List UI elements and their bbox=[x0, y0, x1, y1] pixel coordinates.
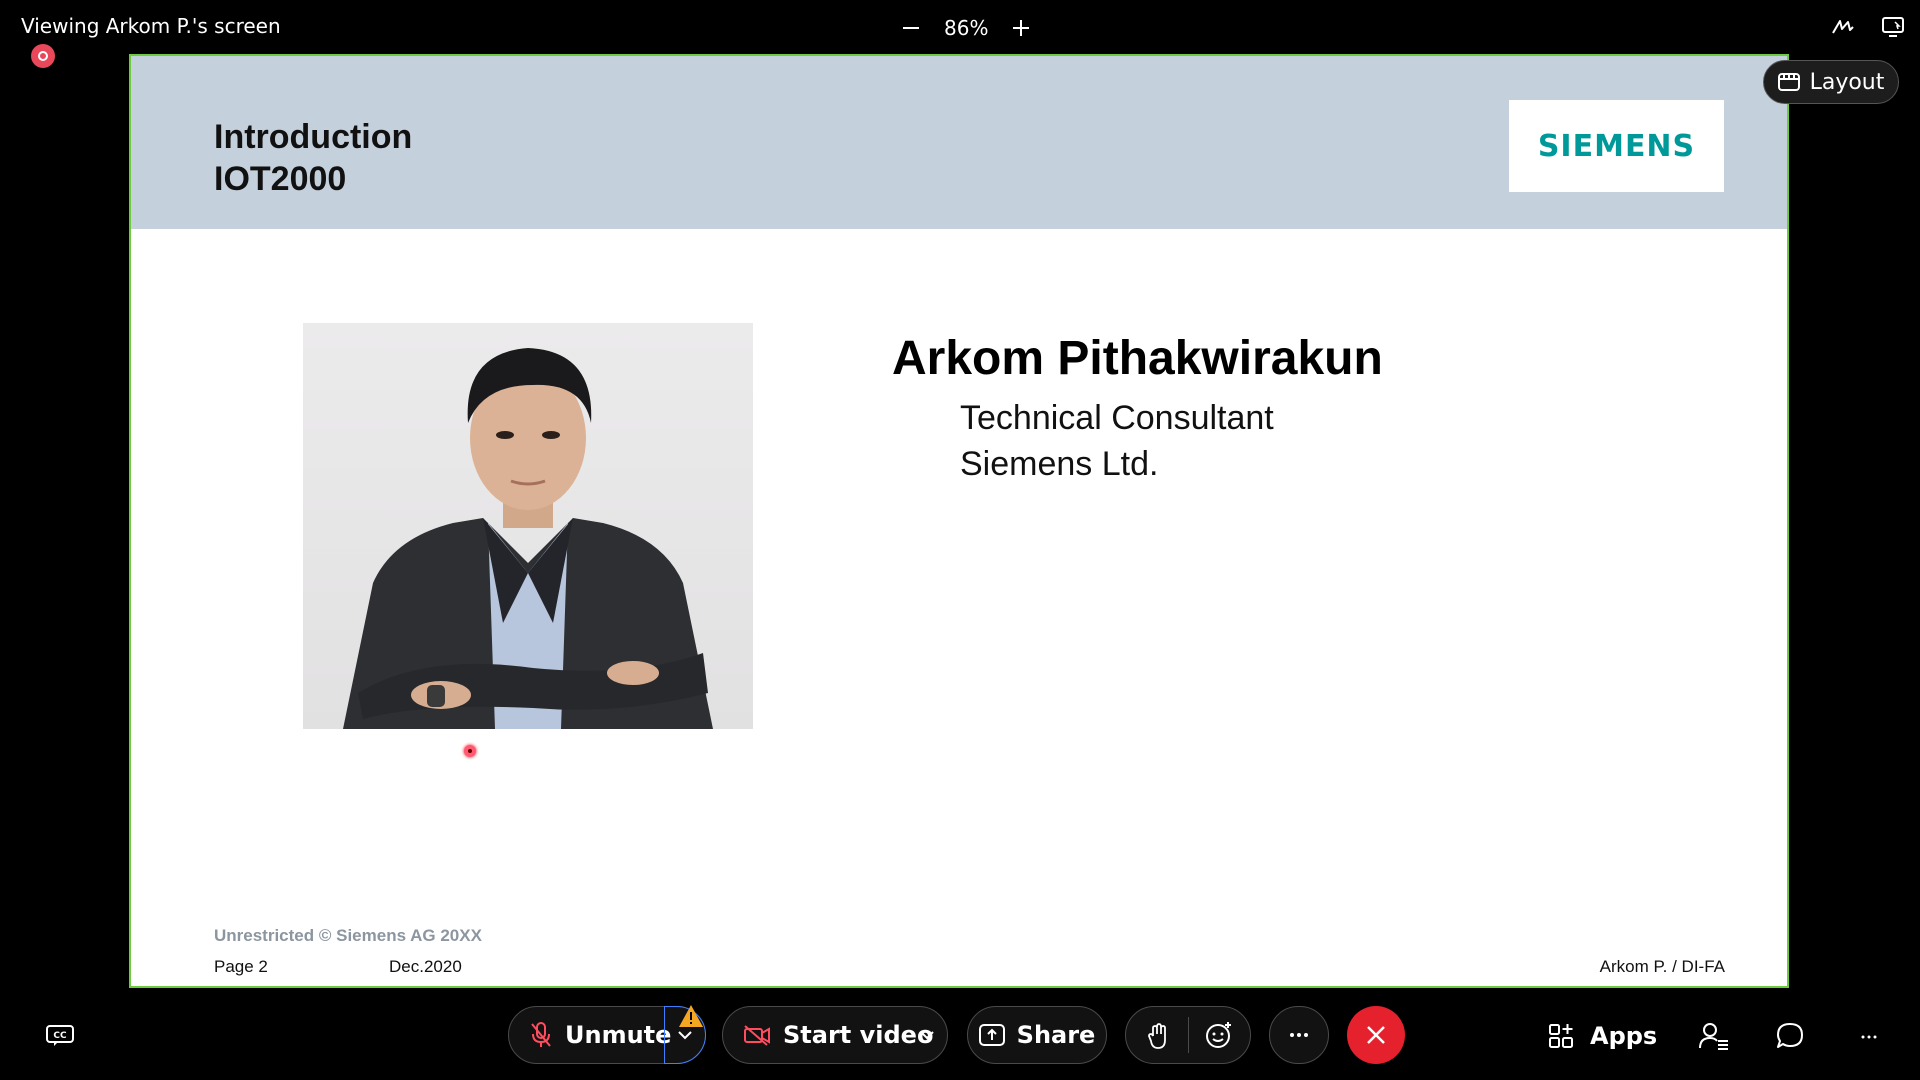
video-options-dropdown[interactable] bbox=[919, 1030, 935, 1040]
classification-footer: Unrestricted © Siemens AG 20XX bbox=[214, 926, 482, 945]
divider bbox=[1188, 1017, 1189, 1053]
video-off-icon bbox=[744, 1025, 770, 1046]
layout-icon bbox=[1777, 73, 1800, 91]
ellipsis-icon bbox=[1290, 1033, 1308, 1037]
muted-microphone-icon bbox=[531, 1022, 551, 1047]
close-icon bbox=[1367, 1026, 1385, 1044]
share-screen-icon bbox=[978, 1024, 1005, 1046]
layout-button[interactable]: Layout bbox=[1763, 60, 1899, 104]
presenter-photo bbox=[303, 323, 753, 729]
slide-title-line2: IOT2000 bbox=[214, 160, 347, 198]
laser-pointer-icon bbox=[464, 745, 476, 757]
slide-title: Introduction IOT2000 bbox=[214, 116, 412, 200]
raise-hand-icon bbox=[1148, 1023, 1166, 1049]
captions-button[interactable]: CC bbox=[44, 1020, 76, 1052]
svg-text:CC: CC bbox=[53, 1031, 67, 1041]
annotate-icon bbox=[1832, 20, 1854, 34]
zoom-level: 86% bbox=[944, 16, 989, 40]
chat-bubble-icon bbox=[1777, 1023, 1803, 1048]
logo-text: SIEMENS bbox=[1537, 128, 1696, 164]
unmute-label: Unmute bbox=[565, 1021, 672, 1049]
viewing-label: Viewing Arkom P.'s screen bbox=[21, 14, 281, 38]
zoom-in-button[interactable] bbox=[1010, 17, 1032, 39]
unmute-button-group: Unmute bbox=[508, 1006, 706, 1064]
apps-label: Apps bbox=[1590, 1022, 1658, 1050]
slide-title-line1: Introduction bbox=[214, 118, 413, 156]
zoom-out-button[interactable] bbox=[900, 17, 922, 39]
slide-date: Dec.2020 bbox=[389, 957, 462, 976]
ellipsis-icon bbox=[1861, 1035, 1877, 1039]
annotate-button[interactable] bbox=[1830, 14, 1856, 40]
leave-meeting-button[interactable] bbox=[1347, 1006, 1405, 1064]
reactions-button[interactable] bbox=[1205, 1021, 1233, 1055]
participants-button[interactable] bbox=[1698, 1020, 1730, 1052]
remote-control-button[interactable] bbox=[1880, 14, 1906, 40]
page-number: Page 2 bbox=[214, 957, 268, 976]
unmute-button[interactable]: Unmute bbox=[529, 1021, 671, 1049]
overflow-menu-button[interactable] bbox=[1858, 1026, 1880, 1048]
raise-hand-button[interactable] bbox=[1148, 1022, 1170, 1056]
start-video-label: Start video bbox=[783, 1021, 934, 1049]
warning-icon bbox=[678, 1004, 704, 1032]
more-options-button[interactable] bbox=[1269, 1006, 1329, 1064]
minus-icon bbox=[903, 27, 919, 29]
person-portrait-icon bbox=[343, 348, 713, 729]
plus-icon bbox=[1013, 20, 1030, 36]
screen-control-icon bbox=[1882, 17, 1904, 37]
start-video-button-group: Start video bbox=[722, 1006, 948, 1064]
reactions-group bbox=[1125, 1006, 1251, 1064]
emoji-reaction-icon bbox=[1206, 1022, 1231, 1048]
start-video-button[interactable]: Start video bbox=[743, 1021, 933, 1049]
siemens-logo: SIEMENS bbox=[1509, 100, 1724, 192]
share-button[interactable]: Share bbox=[967, 1006, 1107, 1064]
recording-icon[interactable] bbox=[31, 44, 55, 68]
layout-label: Layout bbox=[1809, 69, 1885, 95]
share-label: Share bbox=[1016, 1021, 1096, 1049]
participants-icon bbox=[1699, 1023, 1728, 1050]
chevron-down-icon bbox=[920, 1031, 934, 1040]
shared-screen: Introduction IOT2000 SIEMENS Arkom Pitha… bbox=[129, 54, 1789, 988]
apps-grid-icon bbox=[1549, 1024, 1573, 1048]
presenter-role: Technical Consultant bbox=[960, 399, 1274, 437]
chat-button[interactable] bbox=[1774, 1020, 1806, 1052]
closed-captions-icon: CC bbox=[46, 1025, 74, 1046]
presenter-company: Siemens Ltd. bbox=[960, 445, 1159, 483]
slide-author: Arkom P. / DI-FA bbox=[1599, 957, 1725, 976]
apps-button[interactable]: Apps bbox=[1548, 1016, 1657, 1056]
top-bar: Viewing Arkom P.'s screen 86% bbox=[0, 0, 1920, 68]
presenter-name: Arkom Pithakwirakun bbox=[892, 332, 1383, 385]
zoom-controls: 86% bbox=[900, 12, 1032, 44]
